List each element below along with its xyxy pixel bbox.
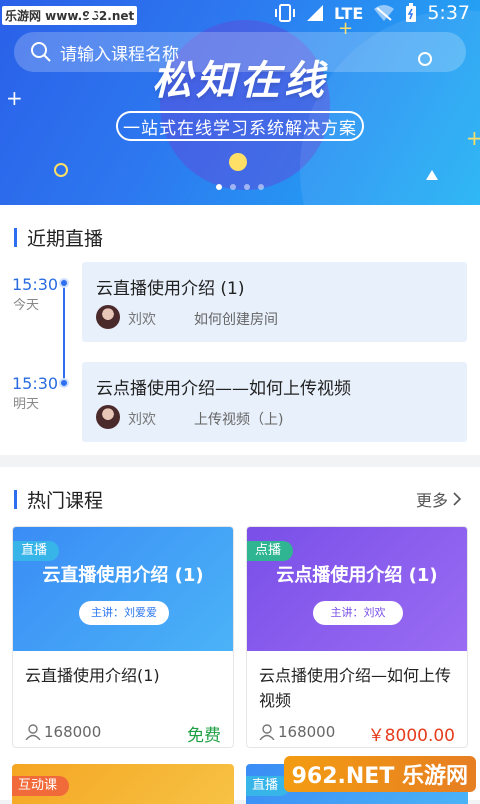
timeline-dot (59, 278, 69, 288)
hot-section: 热门课程 更多 直播 云直播使用介绍 (1) 主讲：刘爱爱 云直播使用介绍(1)… (0, 467, 480, 804)
live-time: 15:30 (12, 374, 59, 393)
user-icon (25, 724, 41, 740)
course-cover: 直播 云直播使用介绍 (1) 主讲：刘爱爱 (13, 527, 233, 651)
course-price: 免费 (187, 726, 221, 746)
section-title-hot: 热门课程 (14, 486, 103, 513)
carousel-dot[interactable] (244, 184, 250, 190)
teacher-name: 刘欢 (128, 312, 156, 328)
avatar (96, 305, 120, 329)
cover-title: 云点播使用介绍 (1) (276, 565, 438, 586)
learner-count: 168000 (25, 723, 101, 741)
teacher-name: 刘欢 (128, 412, 156, 428)
timeline-line (63, 283, 65, 383)
network-type: LTE (333, 3, 364, 23)
speaker-pill: 主讲：刘爱爱 (79, 601, 169, 625)
live-section: 近期直播 15:30 今天 云直播使用介绍 (1) 刘欢 如何创建房间 15:3… (0, 205, 480, 455)
banner-carousel[interactable]: + + + 松知在线 一站式在线学习系统解决方案 (0, 0, 480, 205)
course-name: 云点播使用介绍—如何上传视频 (259, 666, 452, 710)
session-title: 如何创建房间 (194, 312, 278, 328)
session-title: 上传视频（上) (194, 412, 284, 428)
clock: 5:37 (427, 2, 470, 24)
plus-icon: + (466, 126, 480, 150)
live-card[interactable]: 云直播使用介绍 (1) 刘欢 如何创建房间 (82, 262, 467, 342)
section-accent-bar (14, 228, 17, 247)
section-title-text: 近期直播 (27, 228, 104, 250)
learner-count-value: 168000 (44, 723, 102, 741)
live-card[interactable]: 云点播使用介绍——如何上传视频 刘欢 上传视频（上) (82, 362, 467, 442)
signal-icon (306, 5, 323, 21)
course-card-partial[interactable]: 互动课 (12, 764, 234, 804)
more-link[interactable]: 更多 (416, 487, 462, 511)
wifi-icon (374, 5, 395, 21)
section-title-text: 热门课程 (27, 490, 104, 512)
cover-title: 云直播使用介绍 (1) (42, 565, 204, 586)
timeline-dot (59, 378, 69, 388)
course-type-badge: 直播 (13, 541, 60, 561)
section-accent-bar (14, 490, 17, 509)
search-icon (31, 42, 51, 62)
course-cover: 点播 云点播使用介绍 (1) 主讲：刘欢 (247, 527, 467, 651)
course-card[interactable]: 点播 云点播使用介绍 (1) 主讲：刘欢 云点播使用介绍—如何上传视频 1680… (246, 526, 468, 748)
banner-decor-circle (54, 163, 68, 177)
learner-count-value: 168000 (278, 723, 336, 741)
chevron-right-icon (453, 492, 462, 506)
carousel-dot[interactable] (216, 184, 222, 190)
watermark-logo: 962.NET 乐游网 (283, 756, 476, 792)
search-bar[interactable]: 请输入课程名称 (14, 32, 466, 72)
banner-decor-dot (229, 153, 247, 171)
section-title-live: 近期直播 (14, 224, 103, 251)
more-label: 更多 (415, 491, 448, 510)
watermark: 乐游网 www.962.net (2, 6, 138, 25)
live-time: 15:30 (12, 275, 59, 294)
live-course-title: 云点播使用介绍——如何上传视频 (96, 379, 351, 399)
carousel-dot[interactable] (230, 184, 236, 190)
banner-subtitle: 一站式在线学习系统解决方案 (116, 111, 364, 141)
carousel-dot[interactable] (258, 184, 264, 190)
course-name: 云直播使用介绍(1) (25, 666, 160, 685)
learner-count: 168000 (259, 723, 335, 741)
status-icons: LTE 5:37 (274, 2, 470, 24)
live-day: 今天 (13, 298, 40, 313)
triangle-icon (426, 170, 438, 180)
course-type-badge: 点播 (247, 541, 294, 561)
course-type-badge: 互动课 (12, 776, 70, 796)
live-day: 明天 (13, 397, 40, 412)
course-card[interactable]: 直播 云直播使用介绍 (1) 主讲：刘爱爱 云直播使用介绍(1) 168000 … (12, 526, 234, 748)
live-course-title: 云直播使用介绍 (1) (96, 279, 245, 299)
course-price: ￥8000.00 (367, 726, 455, 746)
speaker-pill: 主讲：刘欢 (313, 601, 403, 625)
search-placeholder: 请输入课程名称 (60, 44, 179, 65)
carousel-indicator (0, 184, 480, 190)
user-icon (259, 724, 275, 740)
vibrate-icon (274, 4, 295, 22)
battery-icon (406, 3, 417, 22)
status-bar: 乐游网 www.962.net LTE 5:37 (0, 0, 480, 30)
avatar (96, 405, 120, 429)
triangle-icon (86, 8, 98, 18)
